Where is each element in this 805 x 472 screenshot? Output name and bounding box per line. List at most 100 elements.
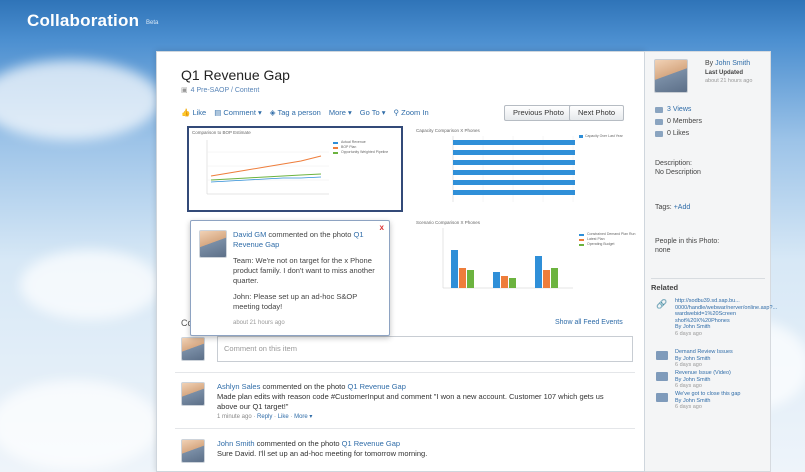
show-all-feed-events-link[interactable]: Show all Feed Events bbox=[555, 319, 623, 326]
document-icon bbox=[656, 351, 668, 360]
tags-label: Tags: bbox=[655, 204, 672, 211]
related-heading: Related bbox=[651, 278, 765, 292]
reply-link[interactable]: Reply bbox=[257, 414, 272, 420]
feed-header: Ashlyn Sales commented on the photo Q1 R… bbox=[217, 382, 617, 392]
likes-count: 0 Likes bbox=[667, 130, 690, 137]
breadcrumb[interactable]: ▣ 4 Pre-SAOP / Content bbox=[181, 86, 259, 94]
line-legend-1: Actual Revenue bbox=[341, 140, 366, 144]
next-photo-button[interactable]: Next Photo bbox=[569, 105, 625, 121]
background-cloud bbox=[0, 380, 160, 470]
feed-item: Ashlyn Sales commented on the photo Q1 R… bbox=[217, 382, 617, 422]
tags-row: Tags: +Add bbox=[655, 204, 690, 211]
feed-target-link[interactable]: Q1 Revenue Gap bbox=[348, 382, 406, 391]
add-tag-link[interactable]: +Add bbox=[674, 204, 691, 211]
author-line: By John Smith bbox=[705, 60, 750, 67]
description-value: No Description bbox=[655, 169, 701, 176]
members-icon bbox=[655, 118, 663, 125]
go-to-menu[interactable]: Go To ▾ bbox=[360, 108, 386, 120]
tag-icon: ◈ bbox=[269, 108, 276, 117]
hbar-legend-1: Capacity Over Last Year bbox=[585, 134, 623, 138]
comment-icon: ▤ bbox=[214, 108, 222, 117]
top-bar: Collaboration Beta bbox=[0, 0, 805, 38]
popup-author-link[interactable]: David GM bbox=[233, 230, 266, 239]
line-legend-3: Opportunity Weighted Pipeline bbox=[341, 150, 389, 154]
tag-label: Tag a person bbox=[277, 108, 321, 117]
related-title[interactable]: http://sodbu39.sd.sap.bu... 0000/handle/… bbox=[675, 298, 777, 324]
divider bbox=[175, 428, 635, 429]
related-date: 6 days ago bbox=[675, 362, 702, 368]
hbar-chart-thumbnail: Capacity Comparison X Phones Capacity Ov… bbox=[413, 126, 637, 212]
thumbs-up-icon: 👍 bbox=[181, 108, 191, 117]
line-legend-2: BOP Plan bbox=[341, 145, 357, 149]
author-avatar bbox=[654, 59, 688, 93]
related-item[interactable]: Revenue Issue (Video) By John Smith 6 da… bbox=[675, 370, 761, 390]
people-label: People in this Photo: bbox=[655, 238, 720, 245]
related-date: 6 days ago bbox=[675, 330, 702, 337]
comment-button[interactable]: ▤ Comment ▾ bbox=[214, 108, 262, 120]
feed-body: Made plan edits with reason code #Custom… bbox=[217, 392, 604, 411]
background-cloud bbox=[20, 250, 160, 320]
discussion-icon bbox=[656, 393, 668, 402]
popup-text: David GM commented on the photo Q1 Reven… bbox=[233, 230, 383, 328]
popup-header: David GM commented on the photo Q1 Reven… bbox=[233, 230, 383, 250]
comment-label: Comment ▾ bbox=[223, 108, 262, 117]
feed-item: John Smith commented on the photo Q1 Rev… bbox=[217, 439, 617, 459]
vbar-chart-graphic bbox=[442, 228, 584, 289]
members-row: 0 Members bbox=[655, 118, 702, 125]
popup-action: commented on the photo bbox=[266, 230, 354, 239]
likes-icon bbox=[655, 130, 663, 137]
feed-author-link[interactable]: Ashlyn Sales bbox=[217, 382, 260, 391]
line-chart-graphic bbox=[206, 140, 338, 195]
divider bbox=[175, 372, 635, 373]
john-avatar bbox=[181, 439, 205, 463]
vbar-legend-2: Latest Plan bbox=[587, 237, 605, 241]
app-title: Collaboration bbox=[27, 11, 140, 30]
ashlyn-avatar bbox=[181, 382, 205, 406]
line-chart-thumbnail: Comparison to BOP Estimate Actual Revenu… bbox=[187, 126, 403, 212]
video-icon bbox=[656, 372, 668, 381]
vbar-legend-3: Operating Budget bbox=[587, 242, 615, 246]
last-updated-label: Last Updated bbox=[705, 70, 744, 76]
popup-message-1: Team: We're not on target for the x Phon… bbox=[233, 256, 375, 285]
vbar-chart-thumbnail: Scenario Comparison X Phones Constrained… bbox=[413, 218, 637, 294]
tag-person-button[interactable]: ◈ Tag a person bbox=[270, 108, 321, 120]
app-subtitle: Beta bbox=[146, 20, 159, 26]
comment-input[interactable]: Comment on this item bbox=[217, 336, 633, 362]
background-cloud bbox=[0, 60, 160, 140]
popup-message-2: John: Please set up an ad-hoc S&OP meeti… bbox=[233, 292, 358, 311]
like-label: Like bbox=[192, 108, 207, 117]
last-updated-value: about 21 hours ago bbox=[705, 78, 753, 84]
folder-icon: ▣ bbox=[181, 87, 188, 94]
info-sidebar: By John Smith Last Updated about 21 hour… bbox=[645, 51, 777, 472]
related-date: 6 days ago bbox=[675, 383, 702, 389]
more-menu[interactable]: More ▾ bbox=[329, 108, 352, 120]
like-button[interactable]: 👍 Like bbox=[181, 108, 206, 120]
like-link[interactable]: Like bbox=[278, 414, 289, 420]
author-link[interactable]: John Smith bbox=[715, 60, 750, 67]
page-title: Q1 Revenue Gap bbox=[181, 67, 290, 83]
eye-icon bbox=[655, 106, 663, 113]
likes-row: 0 Likes bbox=[655, 130, 689, 137]
zoom-in-button[interactable]: ⚲ Zoom In bbox=[394, 108, 429, 120]
link-icon: 🔗 bbox=[656, 299, 668, 309]
views-count[interactable]: 3 Views bbox=[667, 106, 691, 113]
related-item[interactable]: http://sodbu39.sd.sap.bu... 0000/handle/… bbox=[675, 298, 777, 337]
related-item[interactable]: Demand Review Issues By John Smith 6 day… bbox=[675, 349, 761, 369]
feed-time: 1 minute ago · bbox=[217, 414, 258, 420]
breadcrumb-text[interactable]: 4 Pre-SAOP / Content bbox=[191, 87, 260, 94]
previous-photo-button[interactable]: Previous Photo bbox=[504, 105, 573, 121]
photo-toolbar: 👍 Like ▤ Comment ▾ ◈ Tag a person More ▾… bbox=[181, 108, 429, 120]
feed-target-link[interactable]: Q1 Revenue Gap bbox=[342, 439, 400, 448]
members-count: 0 Members bbox=[667, 118, 703, 125]
related-date: 6 days ago bbox=[675, 404, 702, 410]
feed-action: commented on the photo bbox=[260, 382, 348, 391]
more-link[interactable]: More ▾ bbox=[294, 414, 312, 420]
views-row: 3 Views bbox=[655, 106, 691, 113]
feed-author-link[interactable]: John Smith bbox=[217, 439, 255, 448]
zoom-icon: ⚲ bbox=[393, 108, 400, 117]
hbar-chart-graphic bbox=[452, 135, 583, 202]
description-label: Description: bbox=[655, 160, 692, 167]
popup-time: about 21 hours ago bbox=[233, 320, 285, 326]
david-avatar bbox=[199, 230, 227, 258]
related-item[interactable]: We've got to close this gap By John Smit… bbox=[675, 391, 761, 411]
